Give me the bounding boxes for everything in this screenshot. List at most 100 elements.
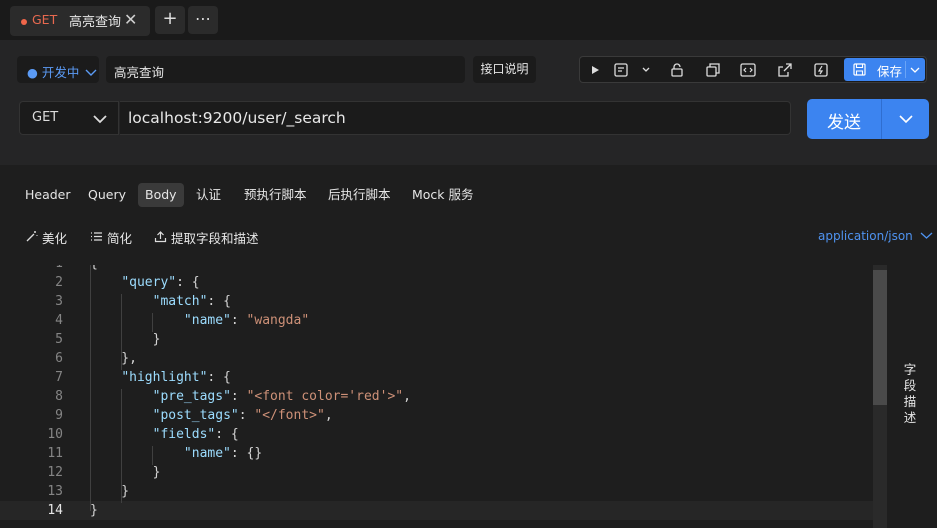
body-actions: 美化 简化 提取字段和描述 application/json [0,226,937,248]
beautify-label: 美化 [41,231,67,246]
environment-select[interactable]: ● 开发中 [17,56,99,83]
line-number: 3 [55,294,63,309]
editor-line[interactable]: 5 } [0,330,886,349]
indent-guide [121,294,122,370]
code-text: } [90,465,161,480]
beautify-button[interactable]: 美化 [25,228,67,247]
editor-line[interactable]: 7 "highlight": { [0,368,886,387]
code-text: }, [90,351,137,366]
method-label: GET [32,110,59,125]
code-text: "fields": { [152,427,239,442]
editor-line[interactable]: 12 } [0,463,886,482]
request-tab[interactable]: GET 高亮查询 ✕ [10,6,150,36]
tab-header[interactable]: Header [25,183,71,207]
code-text: "name": {} [183,446,263,461]
code-text: "pre_tags": "<font color='red'>", [152,389,411,404]
tab-pre-script[interactable]: 预执行脚本 [244,183,307,207]
line-number: 2 [55,275,63,290]
upload-icon [154,231,167,243]
simplify-button[interactable]: 简化 [90,228,132,247]
code-icon[interactable] [737,61,759,79]
tab-query[interactable]: Query [88,183,126,207]
api-doc-button[interactable]: 接口说明 [473,56,536,83]
content-type-label: application/json [818,229,913,243]
editor-line[interactable]: 4 "name": "wangda" [0,311,886,330]
indent-guide [90,265,91,511]
copy-icon[interactable] [702,61,724,79]
tab-mock[interactable]: Mock 服务 [412,183,474,207]
environment-label: 开发中 [41,65,80,80]
unsaved-dot [21,19,27,25]
editor-line[interactable]: 8 "pre_tags": "<font color='red'>", [0,387,886,406]
code-text: { [90,265,98,273]
chevron-down-icon [85,69,97,76]
line-number: 13 [47,484,63,499]
request-name-input[interactable]: 高亮查询 [106,56,465,83]
chevron-down-icon[interactable] [635,61,657,79]
chevron-down-icon [920,232,933,239]
line-number: 10 [47,427,63,442]
line-number: 11 [47,446,63,461]
save-button[interactable]: 保存 [844,58,925,81]
list-icon [91,232,102,241]
editor-line[interactable]: 14} [0,501,886,520]
chevron-down-icon[interactable] [910,67,920,73]
code-text: "post_tags": "</font>", [152,408,333,423]
tab-auth[interactable]: 认证 [196,183,221,207]
editor-line[interactable]: 6 }, [0,349,886,368]
send-divider [881,99,882,139]
more-tabs-button[interactable]: ⋯ [188,6,218,34]
send-button[interactable]: 发送 [807,99,929,139]
editor-scrollbar-thumb[interactable] [873,270,887,405]
line-number: 14 [47,503,63,518]
tab-title: 高亮查询 [69,15,122,30]
tab-method: GET [32,12,58,27]
editor-line[interactable]: 9 "post_tags": "</font>", [0,406,886,425]
editor-line[interactable]: 13 } [0,482,886,501]
json-editor[interactable]: 1{2 "query": {3 "match": {4 "name": "wan… [0,265,888,528]
chevron-down-icon [93,115,107,124]
flash-icon[interactable] [810,61,832,79]
editor-line[interactable]: 10 "fields": { [0,425,886,444]
line-number: 6 [55,351,63,366]
line-number: 9 [55,408,63,423]
field-description-toggle[interactable]: 字段描述 [903,362,917,426]
editor-line[interactable]: 1{ [0,265,886,273]
request-toolbar: 保存 [579,56,927,83]
editor-line[interactable]: 11 "name": {} [0,444,886,463]
code-text: "highlight": { [121,370,231,385]
example-icon[interactable] [610,61,632,79]
line-number: 8 [55,389,63,404]
line-number: 12 [47,465,63,480]
run-icon[interactable] [584,61,606,79]
status-dot-icon: ● [27,65,38,80]
chevron-down-icon[interactable] [899,115,913,124]
simplify-label: 简化 [106,231,132,246]
tab-post-script[interactable]: 后执行脚本 [328,183,391,207]
request-subtabs: Header Query Body 认证 预执行脚本 后执行脚本 Mock 服务 [0,180,937,210]
line-number: 4 [55,313,63,328]
save-icon [853,63,866,76]
code-text: "match": { [152,294,231,309]
extract-fields-button[interactable]: 提取字段和描述 [154,228,259,247]
tab-body[interactable]: Body [138,183,184,207]
editor-line[interactable]: 2 "query": { [0,273,886,292]
method-select[interactable]: GET [19,101,119,135]
save-label: 保存 [877,64,903,79]
send-label: 发送 [827,113,861,133]
indent-guide [152,313,153,332]
line-number: 1 [0,265,63,273]
close-icon[interactable]: ✕ [124,10,137,29]
indent-guide [152,446,153,465]
editor-line[interactable]: 3 "match": { [0,292,886,311]
url-input[interactable]: localhost:9200/user/_search [120,101,791,135]
extract-fields-label: 提取字段和描述 [170,231,259,246]
lock-icon[interactable] [666,61,688,79]
share-icon[interactable] [774,61,796,79]
save-divider [905,61,906,78]
line-number: 7 [55,370,63,385]
new-tab-button[interactable]: + [155,6,185,34]
code-text: "name": "wangda" [183,313,310,328]
code-text: } [90,503,98,518]
content-type-select[interactable]: application/json [818,229,933,243]
